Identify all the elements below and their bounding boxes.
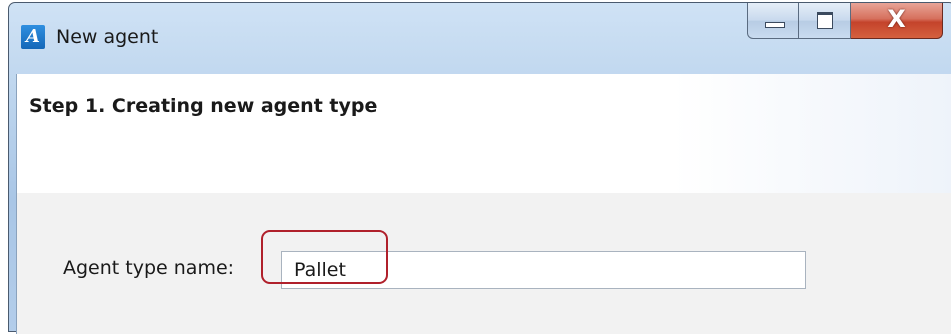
new-agent-window: A New agent X Step 1. Creating new agent…: [8, 2, 951, 334]
anylogic-icon: A: [21, 25, 45, 49]
maximize-icon: [817, 12, 833, 29]
title-bar[interactable]: A New agent X: [9, 3, 951, 75]
minimize-icon: [765, 22, 785, 28]
minimize-button[interactable]: [747, 3, 799, 39]
window-controls: X: [747, 3, 943, 39]
wizard-content: Step 1. Creating new agent type Agent ty…: [16, 74, 951, 334]
close-icon: X: [887, 5, 906, 33]
form-area: Agent type name:: [17, 193, 951, 334]
window-title: New agent: [56, 26, 159, 48]
wizard-header: Step 1. Creating new agent type: [17, 74, 951, 194]
agent-type-name-input[interactable]: [281, 251, 806, 289]
maximize-button[interactable]: [799, 3, 851, 39]
step-title: Step 1. Creating new agent type: [29, 95, 378, 117]
close-button[interactable]: X: [851, 3, 943, 39]
agent-type-name-label: Agent type name:: [63, 257, 235, 279]
